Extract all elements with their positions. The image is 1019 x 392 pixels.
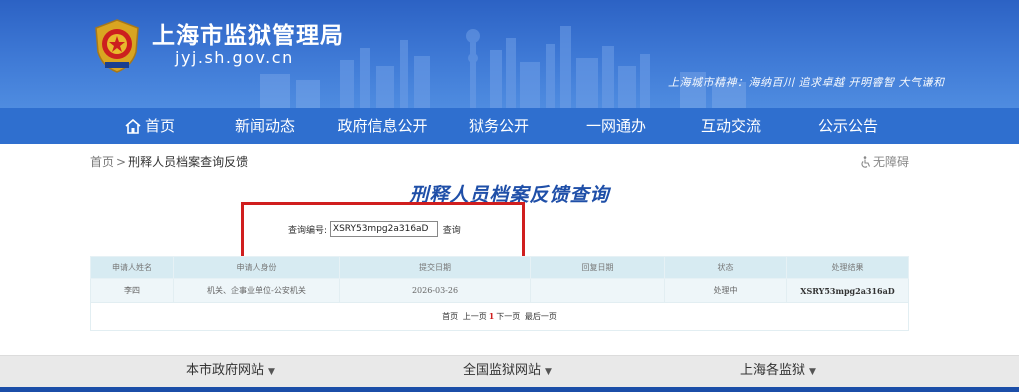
nav-item-home[interactable]: 首页 <box>122 108 178 144</box>
result-cell: XSRY53mpg2a316aD <box>786 278 909 303</box>
column-header: 申请人身份 <box>173 256 340 279</box>
pagination-row: 首页 上一页 1 下一页 最后一页 <box>90 302 909 331</box>
pager-next-link[interactable]: 下一页 <box>496 312 520 321</box>
pager-current-page: 1 <box>488 311 495 321</box>
column-header: 申请人姓名 <box>90 256 174 279</box>
caret-down-icon: ▼ <box>545 367 552 377</box>
footer-dropdown-city-gov[interactable]: 本市政府网站 ▼ <box>186 356 275 386</box>
site-domain: jyj.sh.gov.cn <box>175 48 294 67</box>
accessibility-link[interactable]: 无障碍 <box>860 153 909 170</box>
accessibility-label: 无障碍 <box>873 155 910 169</box>
table-header-row: 申请人姓名 申请人身份 提交日期 回复日期 状态 处理结果 <box>90 256 909 279</box>
column-header: 提交日期 <box>339 256 531 279</box>
table-row: 李四 机关、企事业单位-公安机关 2026-03-26 处理中 XSRY53mp… <box>90 278 909 303</box>
site-title: 上海市监狱管理局 <box>152 22 344 49</box>
nav-item-gov-info[interactable]: 政府信息公开 <box>335 108 430 144</box>
footer-dropdown-label: 全国监狱网站 <box>463 363 542 378</box>
submit-date-cell: 2026-03-26 <box>339 278 531 303</box>
footer-dropdown-label: 本市政府网站 <box>186 363 265 378</box>
column-header: 处理结果 <box>786 256 909 279</box>
breadcrumb-home-link[interactable]: 首页 <box>90 155 114 169</box>
national-emblem-logo <box>95 19 139 73</box>
nav-item-prison-affairs[interactable]: 狱务公开 <box>466 108 532 144</box>
pagination: 首页 上一页 1 下一页 最后一页 <box>90 302 909 331</box>
footer-dropdown-national-prisons[interactable]: 全国监狱网站 ▼ <box>463 356 552 386</box>
pager-last-link[interactable]: 最后一页 <box>525 312 557 321</box>
applicant-name-cell: 李四 <box>90 278 174 303</box>
highlight-annotation-box <box>241 202 525 259</box>
applicant-identity-cell: 机关、企事业单位-公安机关 <box>173 278 340 303</box>
city-slogan: 上海城市精神：海纳百川 追求卓越 开明睿智 大气谦和 <box>668 76 945 89</box>
column-header: 状态 <box>664 256 787 279</box>
site-banner: 上海市监狱管理局 jyj.sh.gov.cn 上海城市精神：海纳百川 追求卓越 … <box>0 0 1019 108</box>
pager-prev-link[interactable]: 上一页 <box>463 312 487 321</box>
nav-item-one-net[interactable]: 一网通办 <box>583 108 649 144</box>
footer-dropdown-label: 上海各监狱 <box>740 363 806 378</box>
caret-down-icon: ▼ <box>268 367 275 377</box>
nav-item-announcements[interactable]: 公示公告 <box>815 108 881 144</box>
nav-item-news[interactable]: 新闻动态 <box>230 108 300 144</box>
home-icon <box>125 119 141 134</box>
status-cell: 处理中 <box>664 278 787 303</box>
result-table: 申请人姓名 申请人身份 提交日期 回复日期 状态 处理结果 李四 机关、企事业单… <box>90 256 909 331</box>
footer-dropdown-shanghai-prisons[interactable]: 上海各监狱 ▼ <box>740 356 816 386</box>
footer-links-bar: 本市政府网站 ▼ 全国监狱网站 ▼ 上海各监狱 ▼ <box>0 355 1019 392</box>
breadcrumb-separator: > <box>116 155 127 169</box>
reply-date-cell <box>530 278 665 303</box>
footer-accent-bar <box>0 387 1019 392</box>
column-header: 回复日期 <box>530 256 665 279</box>
breadcrumb-current: 刑释人员档案查询反馈 <box>128 155 249 169</box>
wheelchair-icon <box>861 156 871 168</box>
nav-item-interaction[interactable]: 互动交流 <box>698 108 764 144</box>
pager-first-link[interactable]: 首页 <box>442 312 458 321</box>
caret-down-icon: ▼ <box>809 367 816 377</box>
main-nav: 首页 新闻动态 政府信息公开 狱务公开 一网通办 互动交流 公示公告 <box>0 108 1019 144</box>
nav-item-label: 首页 <box>144 117 175 135</box>
breadcrumb: 首页 > 刑释人员档案查询反馈 <box>90 153 248 170</box>
